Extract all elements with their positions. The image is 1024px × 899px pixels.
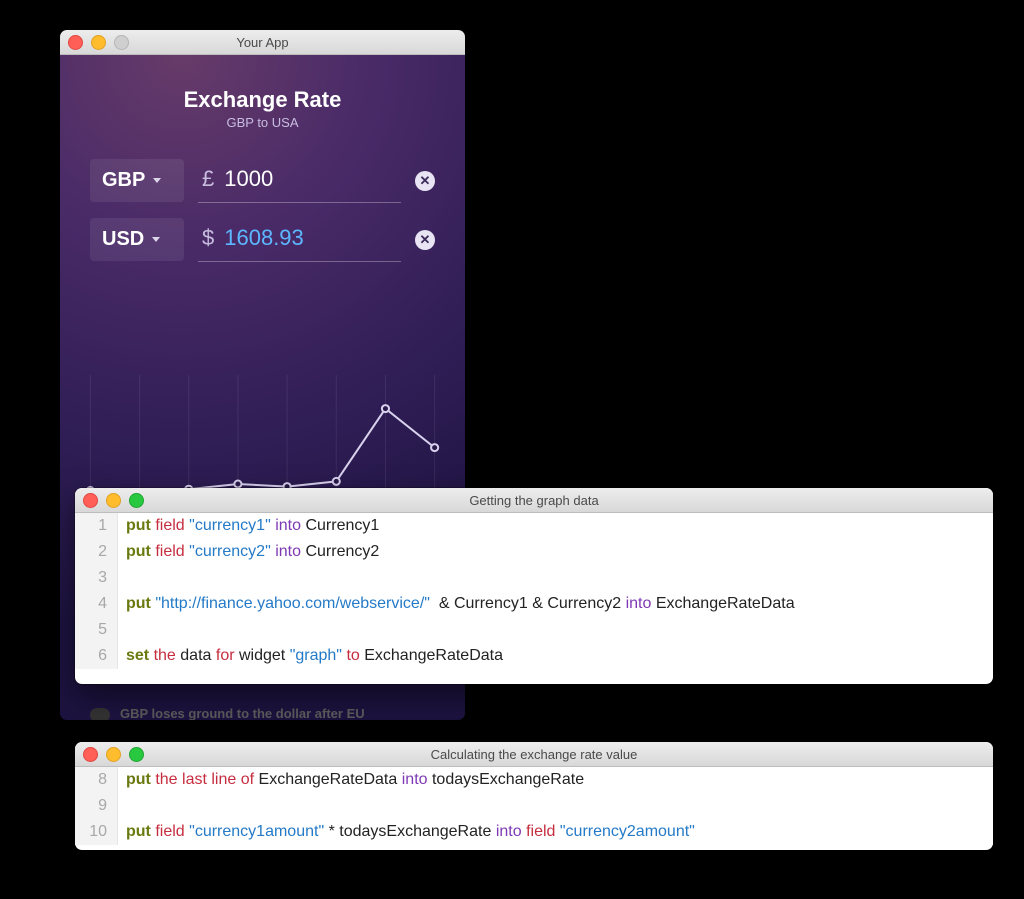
- currency2-dropdown[interactable]: USD: [90, 218, 184, 261]
- window-controls: [68, 35, 129, 50]
- code-window-calc-value: Calculating the exchange rate value 8put…: [75, 742, 993, 850]
- code-text: put field "currency1amount" * todaysExch…: [118, 819, 695, 845]
- code-text: put the last line of ExchangeRateData in…: [118, 767, 584, 793]
- close-icon[interactable]: [83, 747, 98, 762]
- line-number: 2: [75, 539, 118, 565]
- code-text: put field "currency1" into Currency1: [118, 513, 379, 539]
- currency2-value: 1608.93: [224, 225, 304, 251]
- code-text: put field "currency2" into Currency2: [118, 539, 379, 565]
- code-text: put "http://finance.yahoo.com/webservice…: [118, 591, 795, 617]
- news-item: GBP loses ground to the dollar after EU …: [90, 705, 435, 720]
- code-text: set the data for widget "graph" to Excha…: [118, 643, 503, 669]
- window-title: Getting the graph data: [83, 493, 985, 508]
- code-line: 8put the last line of ExchangeRateData i…: [75, 767, 993, 793]
- code-line: 4put "http://finance.yahoo.com/webservic…: [75, 591, 993, 617]
- currency-row-1: GBP £ 1000 ✕: [60, 158, 465, 203]
- zoom-icon[interactable]: [129, 747, 144, 762]
- line-number: 9: [75, 793, 118, 819]
- chevron-down-icon: [152, 237, 160, 242]
- zoom-icon[interactable]: [129, 493, 144, 508]
- zoom-icon[interactable]: [114, 35, 129, 50]
- currency1-input[interactable]: £ 1000: [198, 158, 401, 203]
- currency2-output: $ 1608.93: [198, 217, 401, 262]
- line-number: 5: [75, 617, 118, 643]
- news-text: GBP loses ground to the dollar after EU …: [120, 705, 435, 720]
- code-line: 6set the data for widget "graph" to Exch…: [75, 643, 993, 669]
- currency1-code: GBP: [102, 169, 145, 192]
- currency-row-2: USD $ 1608.93 ✕: [60, 217, 465, 262]
- currency2-symbol: $: [202, 225, 214, 251]
- window-controls: [83, 493, 144, 508]
- code-line: 9: [75, 793, 993, 819]
- code-line: 5: [75, 617, 993, 643]
- code-editor[interactable]: 1put field "currency1" into Currency12pu…: [75, 513, 993, 669]
- clear-icon[interactable]: ✕: [415, 171, 435, 191]
- code-text: [118, 565, 130, 591]
- line-number: 1: [75, 513, 118, 539]
- code-line: 3: [75, 565, 993, 591]
- close-icon[interactable]: [68, 35, 83, 50]
- code-line: 10put field "currency1amount" * todaysEx…: [75, 819, 993, 845]
- currency1-dropdown[interactable]: GBP: [90, 159, 184, 202]
- minimize-icon[interactable]: [106, 493, 121, 508]
- currency2-code: USD: [102, 228, 144, 251]
- code-line: 2put field "currency2" into Currency2: [75, 539, 993, 565]
- chevron-down-icon: [153, 178, 161, 183]
- window-title: Calculating the exchange rate value: [83, 747, 985, 762]
- code-text: [118, 617, 130, 643]
- code-line: 1put field "currency1" into Currency1: [75, 513, 993, 539]
- clear-icon[interactable]: ✕: [415, 230, 435, 250]
- line-number: 4: [75, 591, 118, 617]
- line-number: 3: [75, 565, 118, 591]
- window-controls: [83, 747, 144, 762]
- cloud-icon: [90, 708, 110, 720]
- minimize-icon[interactable]: [106, 747, 121, 762]
- line-number: 8: [75, 767, 118, 793]
- currency1-symbol: £: [202, 166, 214, 192]
- code-text: [118, 793, 130, 819]
- titlebar: Getting the graph data: [75, 488, 993, 513]
- code-window-graph-data: Getting the graph data 1put field "curre…: [75, 488, 993, 684]
- minimize-icon[interactable]: [91, 35, 106, 50]
- currency1-value: 1000: [224, 166, 273, 192]
- titlebar: Calculating the exchange rate value: [75, 742, 993, 767]
- page-subtitle: GBP to USA: [60, 115, 465, 130]
- code-editor[interactable]: 8put the last line of ExchangeRateData i…: [75, 767, 993, 845]
- titlebar: Your App: [60, 30, 465, 55]
- line-number: 6: [75, 643, 118, 669]
- line-number: 10: [75, 819, 118, 845]
- page-title: Exchange Rate: [60, 87, 465, 113]
- close-icon[interactable]: [83, 493, 98, 508]
